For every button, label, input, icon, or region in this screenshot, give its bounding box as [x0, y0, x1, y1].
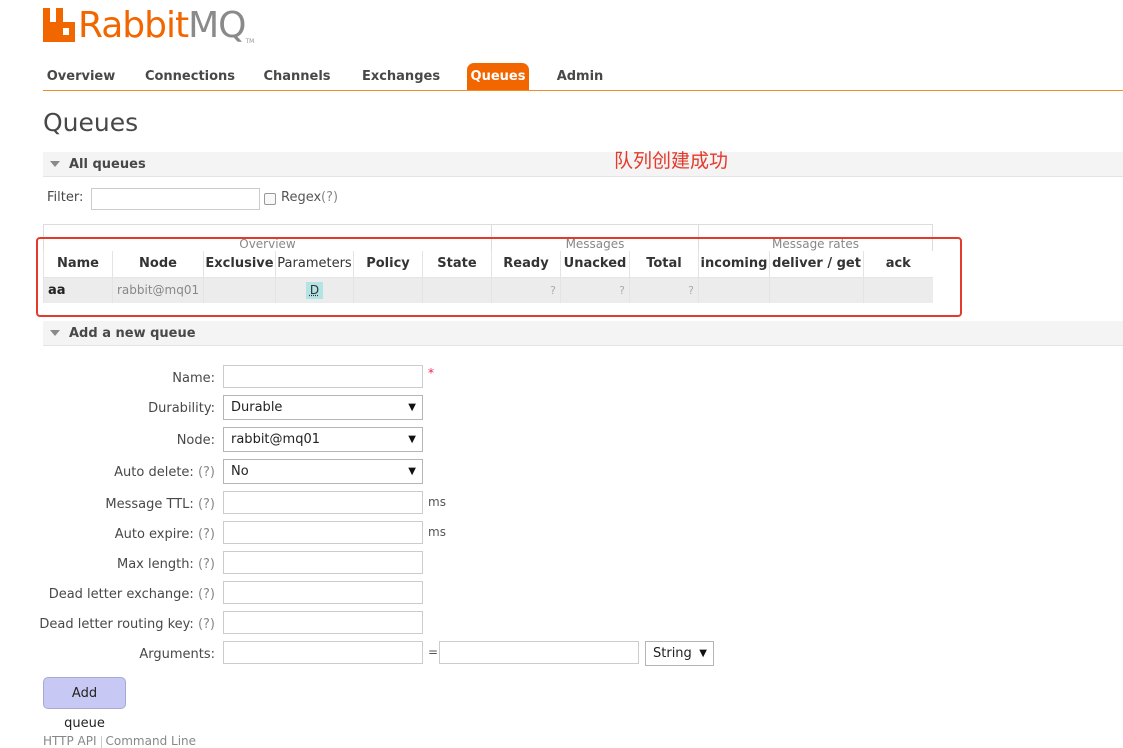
group-overview: Overview	[43, 224, 492, 251]
command-line-link[interactable]: Command Line	[106, 734, 197, 748]
help-link[interactable]: (?)	[198, 497, 215, 512]
table-row[interactable]: aa rabbit@mq01 D ? ? ?	[43, 277, 933, 303]
queue-incoming	[698, 277, 770, 303]
filter-input[interactable]	[91, 188, 260, 210]
auto-delete-value: No	[231, 464, 249, 479]
queues-table: Overview Messages Message rates Name Nod…	[43, 224, 933, 303]
message-ttl-label: Message TTL: (?)	[105, 497, 215, 512]
required-mark: *	[428, 366, 434, 380]
section-title: Add a new queue	[69, 326, 196, 341]
rabbit-icon	[43, 8, 75, 42]
max-length-input[interactable]	[223, 551, 423, 574]
dead-letter-exchange-input[interactable]	[223, 581, 423, 604]
rabbitmq-logo: RabbitMQ TM	[43, 4, 254, 46]
logo-trademark: TM	[245, 38, 255, 45]
main-nav: Overview Connections Channels Exchanges …	[43, 63, 1123, 91]
section-title: All queues	[69, 157, 146, 172]
max-length-label: Max length: (?)	[116, 557, 215, 572]
queue-policy	[353, 277, 423, 303]
tab-admin[interactable]: Admin	[553, 63, 607, 90]
ms-unit: ms	[428, 525, 446, 539]
tab-connections[interactable]: Connections	[140, 63, 240, 90]
argument-type-select[interactable]: String ▼	[645, 641, 714, 666]
argument-value-input[interactable]	[439, 641, 639, 664]
footer-divider	[100, 735, 102, 748]
regex-checkbox[interactable]	[264, 193, 276, 205]
queue-name-link[interactable]: aa	[43, 277, 113, 303]
all-queues-header[interactable]: All queues	[43, 152, 1123, 177]
annotation-text: 队列创建成功	[614, 150, 729, 172]
tab-exchanges[interactable]: Exchanges	[360, 63, 442, 90]
name-label: Name:	[172, 371, 215, 386]
queue-node: rabbit@mq01	[112, 277, 204, 303]
queue-ready: ?	[491, 277, 561, 303]
dead-letter-routing-key-label: Dead letter routing key: (?)	[39, 617, 215, 632]
col-total[interactable]: Total	[629, 250, 699, 278]
footer: HTTP API Command Line	[43, 734, 196, 748]
col-node[interactable]: Node	[112, 250, 204, 278]
http-api-link[interactable]: HTTP API	[43, 734, 97, 748]
queue-name-input[interactable]	[223, 365, 423, 388]
help-link[interactable]: (?)	[198, 527, 215, 542]
group-message-rates: Message rates	[698, 224, 933, 251]
queue-exclusive	[203, 277, 276, 303]
regex-label: Regex	[281, 190, 322, 205]
help-link[interactable]: (?)	[198, 587, 215, 602]
node-select[interactable]: rabbit@mq01 ▼	[223, 427, 423, 452]
help-link[interactable]: (?)	[198, 617, 215, 632]
col-policy[interactable]: Policy	[353, 250, 423, 278]
durability-label: Durability:	[148, 401, 215, 416]
regex-help-link[interactable]: (?)	[321, 190, 338, 205]
tab-queues[interactable]: Queues	[467, 63, 529, 90]
node-label: Node:	[176, 433, 215, 448]
auto-delete-select[interactable]: No ▼	[223, 459, 423, 484]
argument-key-input[interactable]	[223, 641, 423, 664]
message-ttl-input[interactable]	[223, 491, 423, 514]
queue-ack	[863, 277, 933, 303]
dead-letter-exchange-label: Dead letter exchange: (?)	[48, 587, 215, 602]
queue-unacked: ?	[560, 277, 630, 303]
ms-unit: ms	[428, 495, 446, 509]
col-incoming[interactable]: incoming	[698, 250, 770, 278]
col-ack[interactable]: ack	[863, 250, 933, 278]
auto-expire-label: Auto expire: (?)	[114, 527, 215, 542]
queue-deliver-get	[769, 277, 864, 303]
col-state[interactable]: State	[422, 250, 492, 278]
durable-badge: D	[306, 281, 323, 299]
queue-state	[422, 277, 492, 303]
arguments-label: Arguments:	[139, 647, 215, 662]
auto-delete-label: Auto delete: (?)	[114, 465, 215, 480]
collapse-triangle-icon	[50, 161, 60, 167]
col-name[interactable]: Name	[43, 250, 113, 278]
tab-channels[interactable]: Channels	[261, 63, 333, 90]
collapse-triangle-icon	[50, 330, 60, 336]
dropdown-arrow-icon: ▼	[408, 434, 416, 445]
filter-label: Filter:	[47, 190, 84, 205]
dropdown-arrow-icon: ▼	[408, 402, 416, 413]
add-queue-header[interactable]: Add a new queue	[43, 321, 1123, 346]
dead-letter-routing-key-input[interactable]	[223, 611, 423, 634]
queue-parameters: D	[275, 277, 354, 303]
help-link[interactable]: (?)	[198, 465, 215, 480]
tab-overview[interactable]: Overview	[43, 63, 119, 90]
col-ready[interactable]: Ready	[491, 250, 561, 278]
auto-expire-input[interactable]	[223, 521, 423, 544]
dropdown-arrow-icon: ▼	[699, 648, 707, 659]
durability-select[interactable]: Durable ▼	[223, 395, 423, 420]
help-link[interactable]: (?)	[198, 557, 215, 572]
equals-sign: =	[428, 645, 439, 659]
queue-total: ?	[629, 277, 699, 303]
add-queue-button[interactable]: Add queue	[43, 677, 126, 731]
col-unacked[interactable]: Unacked	[560, 250, 630, 278]
dropdown-arrow-icon: ▼	[408, 466, 416, 477]
col-deliver-get[interactable]: deliver / get	[769, 250, 864, 278]
col-parameters[interactable]: Parameters	[275, 250, 354, 278]
logo-text: RabbitMQ	[78, 5, 247, 46]
group-messages: Messages	[491, 224, 699, 251]
page-title: Queues	[43, 108, 139, 137]
col-exclusive[interactable]: Exclusive	[203, 250, 276, 278]
durability-value: Durable	[231, 400, 283, 415]
node-value: rabbit@mq01	[231, 432, 320, 447]
argument-type-value: String	[653, 646, 692, 661]
